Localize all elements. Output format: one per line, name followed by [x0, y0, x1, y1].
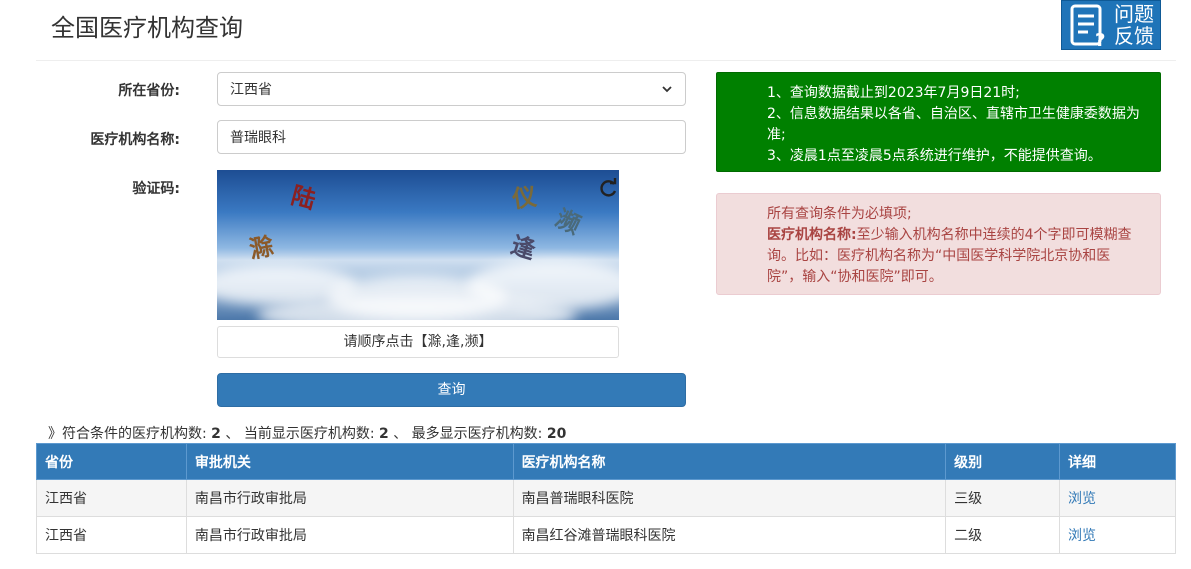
query-button[interactable]: 查询 — [217, 373, 686, 407]
notice-line: 所有查询条件为必填项; — [767, 206, 912, 222]
province-label: 所在省份: — [118, 83, 180, 99]
captcha-char[interactable]: 陆 — [288, 175, 320, 215]
shown-count: 2 — [379, 426, 389, 442]
feedback-button[interactable]: ? 问题 反馈 — [1061, 0, 1161, 50]
captcha-label: 验证码: — [132, 181, 180, 197]
notice-line: 医疗机构名称:至少输入机构名称中连续的4个字即可模糊查询。比如：医疗机构名称为“… — [767, 225, 1144, 288]
notice-requirements: 所有查询条件为必填项; 医疗机构名称:至少输入机构名称中连续的4个字即可模糊查询… — [716, 193, 1161, 295]
notice-info: 1、查询数据截止到2023年7月9日21时; 2、信息数据结果以各省、自治区、直… — [716, 72, 1161, 172]
province-select-value: 江西省 — [230, 82, 272, 98]
captcha-char[interactable]: 仪 — [510, 177, 539, 215]
result-summary: 》符合条件的医疗机构数: 2 、 当前显示医疗机构数: 2 、 最多显示医疗机构… — [48, 426, 567, 442]
view-detail-link[interactable]: 浏览 — [1068, 491, 1096, 507]
page-title: 全国医疗机构查询 — [51, 14, 243, 42]
total-count: 2 — [211, 426, 221, 442]
captcha-char[interactable]: 濒 — [551, 199, 588, 241]
refresh-icon[interactable] — [597, 178, 619, 200]
captcha-image[interactable]: 陆 仪 濒 滁 逢 — [217, 170, 619, 320]
table-cell: 南昌市行政审批局 — [185, 479, 514, 517]
table-cell: 南昌红谷滩普瑞眼科医院 — [512, 516, 947, 554]
table-cell: 江西省 — [36, 479, 187, 517]
table-cell: 三级 — [945, 479, 1061, 517]
notice-line: 1、查询数据截止到2023年7月9日21时; — [767, 85, 1020, 101]
notice-line: 3、凌晨1点至凌晨5点系统进行维护，不能提供查询。 — [767, 148, 1102, 164]
chevron-down-icon — [662, 86, 672, 93]
title-divider — [36, 60, 1176, 61]
table-cell: 南昌普瑞眼科医院 — [512, 479, 947, 517]
table-cell: 浏览 — [1059, 479, 1176, 517]
column-header: 级别 — [945, 443, 1061, 480]
column-header: 省份 — [36, 443, 187, 480]
institution-name-input[interactable]: 普瑞眼科 — [217, 120, 686, 154]
notice-bold: 医疗机构名称: — [767, 227, 857, 243]
institution-name-label: 医疗机构名称: — [90, 132, 180, 148]
results-table: 省份 审批机关 医疗机构名称 级别 详细 江西省 南昌市行政审批局 南昌普瑞眼科… — [36, 443, 1176, 554]
table-row: 江西省 南昌市行政审批局 南昌红谷滩普瑞眼科医院 二级 浏览 — [36, 516, 1176, 554]
table-cell: 浏览 — [1059, 516, 1176, 554]
notice-line: 2、信息数据结果以各省、自治区、直辖市卫生健康委数据为准; — [767, 106, 1140, 143]
captcha-char[interactable]: 滁 — [246, 226, 276, 265]
province-select[interactable]: 江西省 — [217, 72, 686, 106]
table-header-row: 省份 审批机关 医疗机构名称 级别 详细 — [36, 443, 1176, 480]
column-header: 审批机关 — [185, 443, 514, 480]
max-count: 20 — [546, 426, 567, 442]
column-header: 医疗机构名称 — [512, 443, 947, 480]
table-cell: 二级 — [945, 516, 1061, 554]
feedback-label: 问题 反馈 — [1114, 2, 1154, 48]
table-row: 江西省 南昌市行政审批局 南昌普瑞眼科医院 三级 浏览 — [36, 479, 1176, 517]
view-detail-link[interactable]: 浏览 — [1068, 528, 1096, 544]
table-cell: 江西省 — [36, 516, 187, 554]
svg-text:?: ? — [1095, 30, 1105, 48]
captcha-hint: 请顺序点击【滁,逢,濒】 — [217, 326, 619, 358]
feedback-document-icon: ? — [1070, 4, 1105, 48]
column-header: 详细 — [1059, 443, 1176, 480]
table-cell: 南昌市行政审批局 — [185, 516, 514, 554]
